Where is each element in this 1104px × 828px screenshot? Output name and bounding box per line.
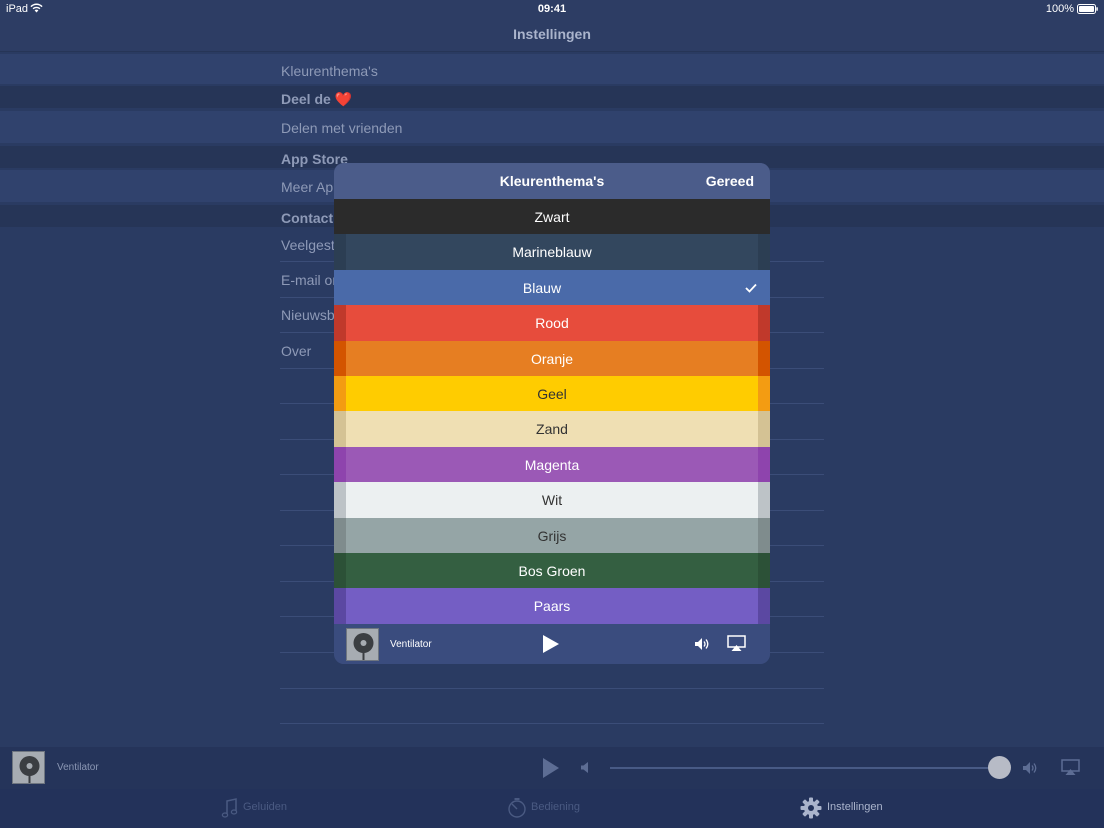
tab-controls[interactable]: Bediening (505, 789, 615, 828)
music-note-icon (221, 798, 238, 818)
theme-option-label: Magenta (524, 456, 580, 473)
timer-icon (508, 798, 526, 818)
settings-row-label: Delen met vrienden (281, 120, 403, 136)
tab-settings[interactable]: Instellingen (800, 789, 900, 828)
settings-row-label: Over (281, 343, 312, 359)
row-separator (280, 723, 824, 724)
modal-title: Kleurenthema's (499, 173, 605, 189)
tab-label: Geluiden (243, 801, 288, 813)
tab-label: Instellingen (827, 801, 883, 813)
section-header-label: Deel de ❤️ (281, 91, 353, 107)
theme-option-label: Rood (535, 315, 569, 332)
theme-option-label: Grijs (537, 527, 567, 544)
volume-icon[interactable] (694, 637, 710, 651)
theme-option[interactable]: Rood (334, 305, 770, 342)
theme-option[interactable]: Oranje (334, 340, 770, 377)
status-time: 09:41 (537, 3, 567, 15)
theme-option-label: Wit (541, 492, 563, 509)
theme-option[interactable]: Marineblauw (334, 234, 770, 271)
settings-row-label: Kleurenthema's (281, 63, 378, 79)
theme-option[interactable]: Magenta (334, 446, 770, 483)
theme-option-label: Marineblauw (512, 244, 592, 261)
color-theme-modal: Kleurenthema's Gereed Zwart Marineblauw Bl… (334, 163, 770, 664)
volume-slider-knob[interactable] (988, 756, 1011, 779)
theme-option-label: Bos Groen (518, 563, 586, 579)
theme-swatch-edge (758, 269, 770, 306)
theme-option-label: Geel (537, 386, 567, 402)
settings-row-color-themes[interactable]: Kleurenthema's (0, 54, 1104, 84)
theme-option-label: Paars (533, 598, 571, 615)
checkmark-icon (745, 283, 757, 293)
battery-percentage: 100% (1045, 3, 1074, 15)
settings-row-share-friends[interactable]: Delen met vrienden (0, 111, 1104, 143)
track-artwork[interactable] (12, 751, 45, 784)
now-playing-bar: Ventilator (0, 747, 1104, 789)
volume-high-icon (1023, 762, 1037, 774)
fan-artwork-icon (13, 752, 44, 783)
battery-icon (1077, 4, 1098, 14)
tab-bar: Geluiden Bediening Instellingen (0, 789, 1104, 828)
play-icon[interactable] (542, 634, 560, 654)
theme-option-label: Zand (536, 421, 568, 438)
done-button[interactable]: Gereed (706, 173, 754, 189)
modal-header: Kleurenthema's Gereed (334, 163, 770, 199)
tab-sounds[interactable]: Geluiden (218, 789, 328, 828)
theme-option[interactable]: Zand (334, 411, 770, 448)
section-header-label: Contact (281, 210, 334, 226)
row-separator (280, 688, 824, 689)
gear-icon (800, 797, 822, 819)
volume-slider-track[interactable] (610, 767, 990, 769)
airplay-icon[interactable] (727, 635, 746, 652)
theme-option[interactable]: Grijs (334, 517, 770, 554)
airplay-icon[interactable] (1061, 759, 1080, 776)
theme-option[interactable]: Zwart (334, 199, 770, 235)
play-icon[interactable] (542, 757, 560, 779)
tab-label: Bediening (531, 801, 580, 813)
status-bar: iPad 09:41 100% (0, 0, 1104, 18)
settings-row-label: Nieuwsb (281, 307, 335, 323)
fan-artwork-icon (347, 629, 378, 660)
section-header-share: Deel de ❤️ (0, 86, 1104, 108)
theme-option[interactable]: Wit (334, 482, 770, 519)
volume-low-icon (581, 762, 588, 773)
settings-row-label: Veelgest (281, 237, 335, 253)
theme-option[interactable]: Blauw (334, 269, 770, 306)
theme-option-label: Blauw (522, 279, 562, 296)
track-artwork[interactable] (346, 628, 379, 661)
theme-option[interactable]: Paars (334, 588, 770, 625)
settings-row-label: Meer Ap (281, 179, 334, 195)
theme-option-label: Oranje (530, 350, 574, 367)
theme-option[interactable]: Geel (334, 376, 770, 412)
settings-row-label: E-mail or (281, 272, 338, 288)
theme-option-label: Zwart (534, 209, 570, 225)
track-title: Ventilator (57, 762, 99, 773)
navigation-bar: Instellingen (0, 18, 1104, 52)
theme-option[interactable]: Bos Groen (334, 553, 770, 589)
modal-mini-player: Ventilator (334, 624, 770, 664)
track-title: Ventilator (390, 639, 432, 650)
page-title: Instellingen (513, 26, 591, 42)
